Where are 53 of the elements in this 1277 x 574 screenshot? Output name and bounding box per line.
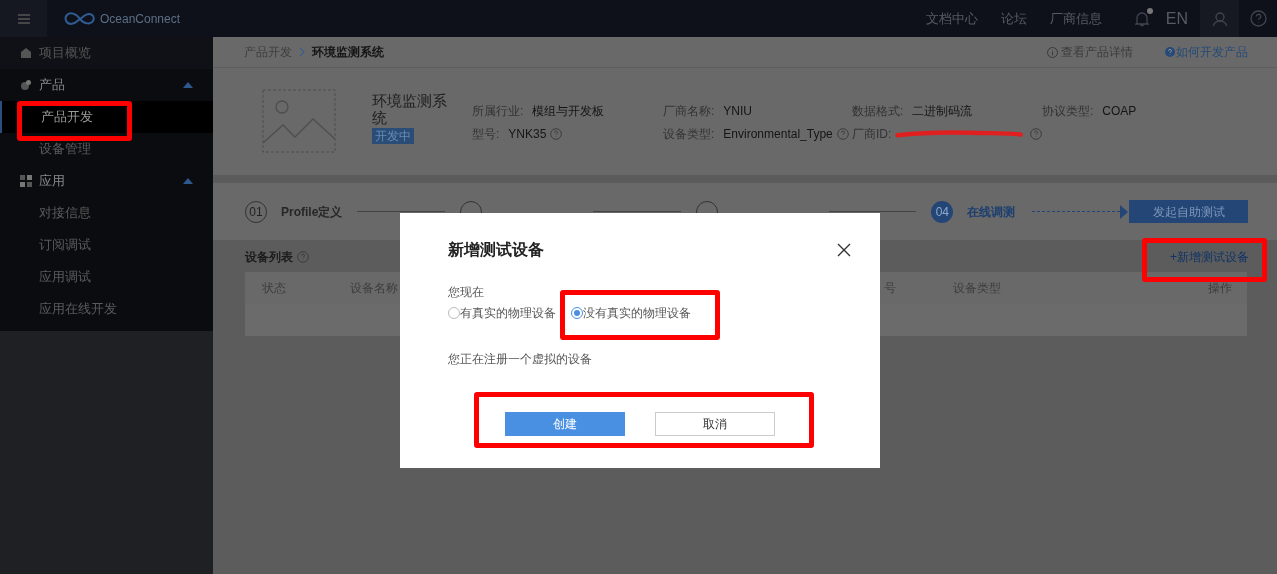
breadcrumb-item: 环境监测系统 [312, 44, 384, 61]
field-value: 模组与开发板 [532, 103, 605, 120]
user-icon[interactable] [1200, 0, 1239, 37]
product-name: 环境监测系统 [372, 92, 448, 126]
nav-link[interactable]: 厂商信息 [1049, 8, 1102, 29]
prompt-text: 您现在 [448, 284, 484, 301]
language-button[interactable]: EN [1165, 6, 1188, 31]
field-value: Environmental_Type [723, 126, 833, 143]
sidebar-item[interactable]: 订阅调试 [0, 229, 213, 261]
home-icon [20, 47, 32, 59]
radio-option[interactable]: 没有真实的物理设备 [571, 304, 691, 322]
radio-option[interactable]: 有真实的物理设备 [448, 304, 556, 322]
create-button[interactable]: 创建 [505, 412, 625, 436]
bell-icon[interactable] [1134, 10, 1149, 27]
dialog-title: 新增测试设备 [448, 240, 544, 260]
section-title: 设备列表 [245, 249, 293, 266]
logo-icon [63, 9, 97, 28]
step-number: 04 [931, 200, 954, 223]
caret-up-icon[interactable] [183, 178, 193, 184]
step-label[interactable]: Profile定义 [281, 202, 343, 221]
sidebar-item[interactable]: 应用在线开发 [0, 293, 213, 325]
nav-link[interactable]: 论坛 [1000, 8, 1027, 29]
help-icon[interactable] [297, 251, 309, 263]
caret-up-icon[interactable] [183, 82, 193, 88]
status-badge: 开发中 [372, 128, 414, 144]
help-icon[interactable] [836, 128, 849, 140]
field-value: COAP [1102, 103, 1137, 120]
field-value: 二进制码流 [912, 103, 973, 120]
sidebar-group[interactable]: 产品 [0, 69, 213, 101]
info-icon [1047, 46, 1058, 58]
grid-icon [20, 175, 32, 187]
sidebar-item[interactable]: 设备管理 [0, 133, 213, 165]
help-icon[interactable] [1030, 128, 1042, 140]
help-icon [1165, 47, 1175, 57]
image-placeholder-icon [262, 89, 336, 153]
cancel-button[interactable]: 取消 [655, 412, 775, 436]
add-device-button[interactable]: +新增测试设备 [1170, 248, 1249, 266]
sidebar-item[interactable]: 应用调试 [0, 261, 213, 293]
sidebar-group[interactable]: 项目概览 [0, 37, 213, 69]
nav-link[interactable]: 文档中心 [925, 8, 978, 29]
help-icon[interactable] [550, 128, 563, 140]
chevron-right-icon [299, 47, 305, 57]
field-value: YNIU [723, 103, 752, 120]
field-value: YNK35 [508, 126, 547, 143]
cube-icon [20, 79, 32, 91]
step-label[interactable]: 在线调测 [967, 202, 1016, 221]
sidebar-item[interactable]: 对接信息 [0, 197, 213, 229]
note-text: 您正在注册一个虚拟的设备 [448, 351, 592, 368]
brand-name: OceanConnect [100, 10, 181, 28]
close-icon[interactable] [837, 243, 851, 257]
sidebar-group[interactable]: 应用 [0, 165, 213, 197]
header-link[interactable]: 如何开发产品 [1165, 43, 1248, 61]
menu-icon[interactable] [0, 0, 47, 37]
